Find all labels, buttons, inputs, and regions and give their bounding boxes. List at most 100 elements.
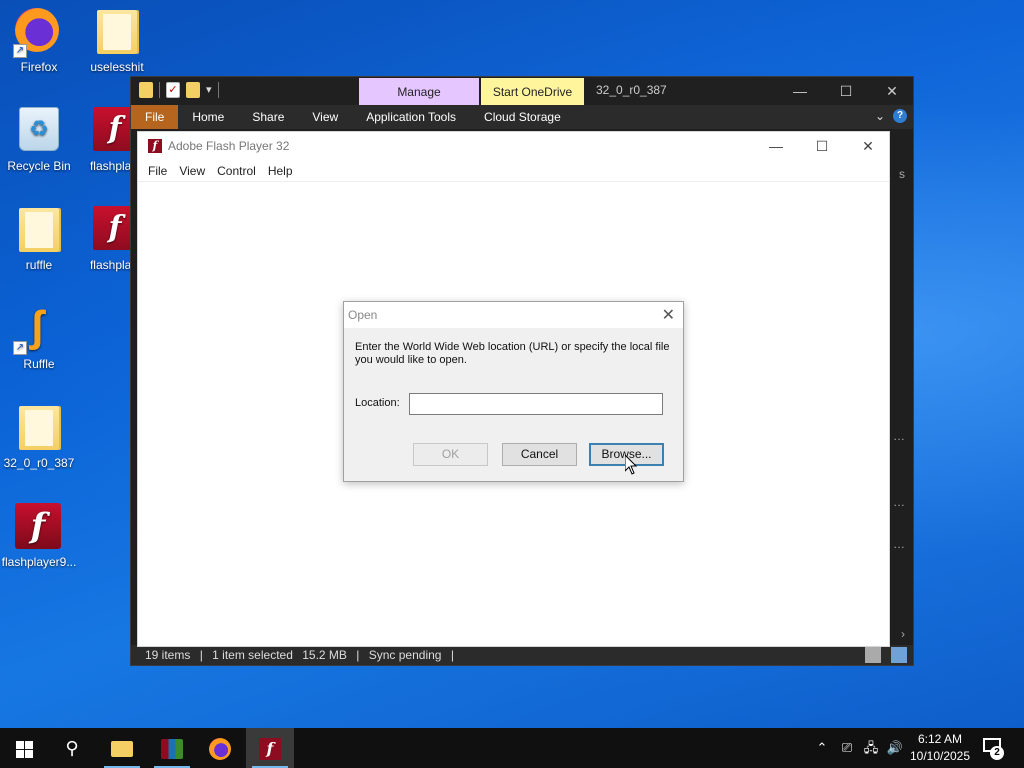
status-sync: Sync pending [368, 648, 442, 662]
cancel-button[interactable]: Cancel [502, 443, 577, 466]
desktop-icon-label: Firefox [20, 60, 58, 74]
taskbar-firefox[interactable] [196, 728, 244, 768]
explorer-side-fragment: s [899, 167, 905, 181]
more-icon: … [893, 495, 905, 509]
mouse-cursor-icon [624, 453, 638, 475]
desktop-icon-label: 32_0_r0_387 [3, 456, 75, 470]
maximize-button[interactable]: ☐ [823, 77, 869, 105]
toolbar-separator [159, 82, 160, 98]
desktop-icon-uselesshit[interactable]: uselesshit [78, 8, 156, 74]
taskbar-winrar[interactable] [148, 728, 196, 768]
shortcut-arrow-icon: ↗ [13, 44, 27, 58]
file-explorer-icon [111, 741, 133, 758]
search-icon: ⚲ [65, 738, 79, 758]
desktop-icon-ruffle-folder[interactable]: ruffle [0, 206, 78, 272]
chevron-up-icon[interactable]: ⌃ [812, 728, 832, 768]
open-dialog-titlebar[interactable]: Open ✕ [344, 302, 683, 328]
status-separator: | [450, 648, 454, 662]
chevron-down-icon[interactable]: ▾ [206, 82, 212, 98]
search-button[interactable]: ⚲ [48, 728, 96, 768]
maximize-button[interactable]: ☐ [799, 132, 845, 160]
more-icon: … [893, 429, 905, 443]
start-button[interactable] [0, 728, 48, 768]
close-icon[interactable]: ✕ [662, 305, 675, 325]
folder-icon [19, 406, 59, 450]
ribbon-tabs: File Home Share View Application Tools C… [131, 105, 913, 129]
chevron-right-icon[interactable]: › [901, 627, 905, 641]
status-item-count: 19 items [145, 648, 191, 662]
minimize-button[interactable]: — [777, 77, 823, 105]
status-size: 15.2 MB [302, 648, 347, 662]
more-icon: … [893, 537, 905, 551]
location-input[interactable] [409, 393, 663, 415]
ribbon-tab-share[interactable]: Share [238, 105, 298, 129]
action-center-button[interactable]: 2 [980, 736, 1006, 760]
status-separator: | [356, 648, 360, 662]
desktop-icon-label: Recycle Bin [7, 159, 71, 173]
taskbar-file-explorer[interactable] [98, 728, 146, 768]
desktop-icon-32-0-r0-387[interactable]: 32_0_r0_387 [0, 404, 78, 470]
large-icons-view-icon[interactable] [891, 647, 907, 663]
desktop-icon-label: Ruffle [23, 357, 55, 371]
ribbon-tab-application-tools[interactable]: Application Tools [352, 105, 470, 129]
chevron-down-icon[interactable]: ⌄ [875, 109, 885, 123]
folder-icon [19, 208, 59, 252]
taskbar-flash-player[interactable]: f [246, 728, 294, 768]
flash-player-title: Adobe Flash Player 32 [168, 139, 290, 153]
details-view-icon[interactable] [865, 647, 881, 663]
clock-date: 10/10/2025 [909, 749, 971, 763]
explorer-title: 32_0_r0_387 [596, 83, 667, 97]
properties-icon[interactable]: ✓ [166, 82, 180, 98]
quick-access-toolbar: ✓ ▾ [139, 82, 219, 98]
tab-manage[interactable]: Manage [359, 78, 479, 106]
open-dialog-message: Enter the World Wide Web location (URL) … [355, 341, 670, 366]
ribbon-tab-home[interactable]: Home [178, 105, 238, 129]
flash-player-titlebar[interactable]: f Adobe Flash Player 32 — ☐ ✕ [138, 132, 889, 160]
new-folder-icon[interactable] [186, 82, 200, 98]
network-icon[interactable]: 🖧 [860, 728, 882, 768]
ok-button[interactable]: OK [413, 443, 488, 466]
explorer-titlebar[interactable]: ✓ ▾ Manage Start OneDrive 32_0_r0_387 — … [131, 77, 915, 106]
desktop-icon-ruffle-app[interactable]: ʃ ↗ Ruffle [0, 305, 78, 371]
clock-time: 6:12 AM [917, 732, 963, 746]
menu-control[interactable]: Control [211, 160, 262, 181]
winrar-icon [161, 739, 183, 760]
ribbon-tab-cloud-storage[interactable]: Cloud Storage [470, 105, 575, 129]
desktop-icon-recycle-bin[interactable]: ♻ Recycle Bin [0, 107, 78, 173]
desktop-icon-label: ruffle [25, 258, 53, 272]
help-icon[interactable]: ? [893, 109, 907, 123]
volume-icon[interactable]: 🔊 [884, 728, 906, 768]
status-selected: 1 item selected [212, 648, 293, 662]
desktop-icon-flashplayer9[interactable]: f flashplayer9... [0, 503, 78, 569]
taskbar: ⚲ f ⌃ ⎚ 🖧 🔊 6:12 AM 10/10/2025 2 [0, 728, 1024, 768]
folder-icon[interactable] [139, 82, 153, 98]
recycle-bin-icon: ♻ [19, 107, 59, 151]
tab-start-onedrive[interactable]: Start OneDrive [481, 78, 584, 106]
flash-icon: f [15, 503, 61, 549]
menu-view[interactable]: View [173, 160, 211, 181]
ribbon-tab-file[interactable]: File [131, 105, 179, 129]
toolbar-separator [217, 82, 219, 98]
open-dialog-title: Open [348, 308, 378, 322]
ribbon-tab-view[interactable]: View [298, 105, 352, 129]
desktop-icon-label: flashplayer9... [1, 555, 77, 569]
shortcut-arrow-icon: ↗ [13, 341, 27, 355]
close-button[interactable]: ✕ [845, 132, 891, 160]
windows-logo-icon [15, 740, 33, 758]
clock[interactable]: 6:12 AM 10/10/2025 [904, 731, 976, 765]
flash-menu-bar: File View Control Help [138, 160, 889, 182]
flash-icon: f [148, 139, 162, 153]
desktop-icon-label: uselesshit [90, 60, 144, 74]
desktop-icon-firefox[interactable]: ↗ Firefox [0, 8, 78, 74]
notification-count: 2 [990, 746, 1004, 760]
menu-help[interactable]: Help [262, 160, 299, 181]
menu-file[interactable]: File [142, 160, 173, 181]
close-button[interactable]: ✕ [869, 77, 915, 105]
status-separator: | [199, 648, 203, 662]
flash-icon: f [259, 738, 281, 761]
meet-now-icon[interactable]: ⎚ [836, 728, 858, 768]
location-label: Location: [355, 397, 400, 409]
explorer-statusbar: 19 items | 1 item selected 15.2 MB | Syn… [131, 645, 913, 665]
minimize-button[interactable]: — [753, 132, 799, 160]
firefox-icon [209, 738, 231, 761]
